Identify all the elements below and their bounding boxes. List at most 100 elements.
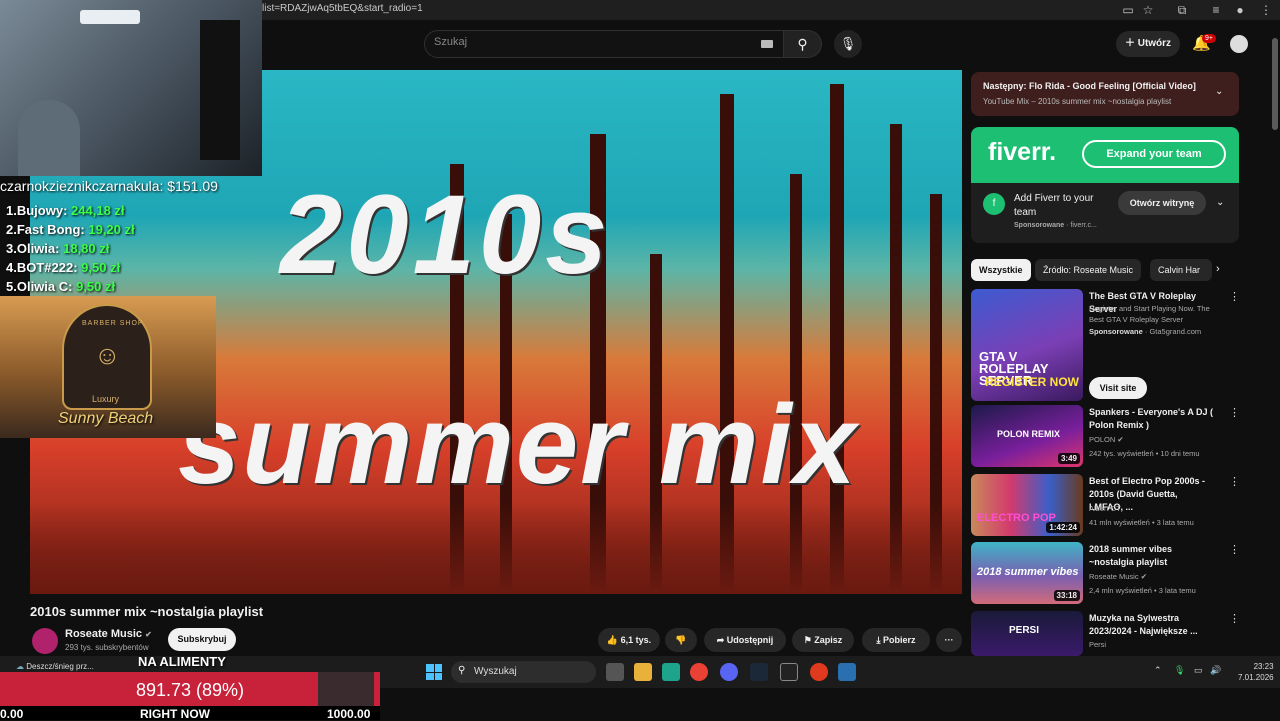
more-options-icon[interactable]: ⋮: [1229, 612, 1240, 625]
streamer-silhouette: [18, 100, 80, 176]
verified-icon: ✔: [145, 630, 152, 639]
windows-start-icon[interactable]: [426, 664, 442, 680]
buildings-silhouette: [30, 504, 962, 594]
app-icon[interactable]: [662, 663, 680, 681]
obs-icon[interactable]: [810, 663, 828, 681]
microphone-icon[interactable]: 🎙: [1174, 665, 1185, 676]
chip-source[interactable]: Źródło: Roseate Music: [1035, 259, 1142, 281]
thumbnail-text: POLON REMIX: [997, 429, 1061, 439]
thumbnail[interactable]: ELECTRO POP 1:42:24: [971, 474, 1083, 536]
thumbnail[interactable]: GTA V ROLEPLAY SERVER REGISTER NOW: [971, 289, 1083, 401]
donor-row: 1.Bujowy: 244,18 zł: [6, 203, 125, 218]
profile-icon[interactable]: ●: [1232, 2, 1248, 18]
taskbar-search[interactable]: [451, 661, 596, 683]
channel-name: POLON: [1089, 435, 1116, 444]
create-button[interactable]: ＋ Utwórz: [1116, 31, 1180, 57]
steam-icon[interactable]: [750, 663, 768, 681]
duration-badge: 3:49: [1057, 453, 1080, 464]
keyboard-icon[interactable]: [761, 40, 773, 48]
user-avatar[interactable]: [1230, 35, 1248, 53]
related-title[interactable]: Muzyka na Sylwestra 2023/2024 - Najwięks…: [1089, 612, 1214, 638]
goal-max: 1000.00: [327, 707, 371, 721]
bearded-man-icon: ☺: [94, 340, 121, 370]
more-options-icon[interactable]: ⋮: [1229, 406, 1240, 419]
related-channel: Albert CT: [1089, 504, 1121, 513]
create-label: Utwórz: [1137, 38, 1172, 49]
extensions-icon[interactable]: ⧉: [1174, 2, 1190, 18]
donor-row: 3.Oliwia: 18,80 zł: [6, 241, 109, 256]
open-site-button[interactable]: Otwórz witrynę: [1118, 191, 1206, 215]
related-channel: Roseate Music ✔: [1089, 572, 1147, 581]
browser-menu-icon[interactable]: ⋮: [1258, 2, 1274, 18]
search-input[interactable]: [424, 30, 784, 58]
volume-icon[interactable]: 🔊: [1210, 665, 1221, 676]
share-button[interactable]: ➦ Udostępnij: [704, 628, 786, 652]
goal-min: 0.00: [0, 707, 24, 721]
discord-icon[interactable]: [720, 663, 738, 681]
donor-name: 3.Oliwia:: [6, 241, 60, 256]
thumbs-down-icon: 👎: [675, 635, 687, 645]
epic-games-icon[interactable]: [780, 663, 798, 681]
chevron-down-icon[interactable]: ⌄: [1216, 197, 1224, 208]
file-explorer-icon[interactable]: [634, 663, 652, 681]
task-view-icon[interactable]: [606, 663, 624, 681]
scrollbar-thumb[interactable]: [1272, 38, 1278, 130]
bookmark-star-icon[interactable]: ☆: [1140, 2, 1156, 18]
visit-site-button[interactable]: Visit site: [1089, 377, 1147, 399]
thumbnail-text: 2018 summer vibes: [977, 566, 1079, 578]
chevron-up-icon[interactable]: ⌃: [1154, 665, 1162, 676]
clock[interactable]: 23:23 7.01.2026: [1238, 661, 1274, 683]
duration-badge: 33:18: [1053, 590, 1080, 601]
more-actions-button[interactable]: ···: [936, 628, 962, 652]
reading-list-icon[interactable]: ≡: [1208, 2, 1224, 18]
chip-calvin[interactable]: Calvin Har: [1150, 259, 1212, 281]
thumbnail-text-secondary: REGISTER NOW: [985, 375, 1080, 389]
thumbnail[interactable]: PERSI: [971, 611, 1083, 656]
more-options-icon[interactable]: ⋮: [1229, 290, 1240, 303]
save-button[interactable]: ⚑ Zapisz: [792, 628, 854, 652]
more-options-icon[interactable]: ⋮: [1229, 543, 1240, 556]
video-overlay-text-mix: summer mix: [178, 382, 858, 507]
bookmark-icon: ⚑: [803, 635, 815, 645]
up-next-panel[interactable]: [971, 72, 1239, 116]
duration-badge: 1:42:24: [1046, 522, 1080, 533]
share-label: Udostępnij: [726, 635, 774, 645]
donor-name: 5.Oliwia C:: [6, 279, 73, 294]
donor-amount: 244,18 zł: [71, 203, 125, 218]
download-label: Pobierz: [882, 635, 916, 645]
cast-icon[interactable]: ▭: [1120, 2, 1136, 18]
chrome-icon[interactable]: [690, 663, 708, 681]
logo-luxury-text: Luxury: [92, 394, 120, 404]
donor-row: 2.Fast Bong: 19,20 zł: [6, 222, 135, 237]
weather-widget[interactable]: ☁ Deszcz/śnieg prz...: [16, 662, 94, 671]
subscribe-button[interactable]: Subskrybuj: [168, 628, 236, 651]
sponsored-label: Sponsorowane: [1014, 222, 1065, 229]
thumbnail[interactable]: 2018 summer vibes 33:18: [971, 542, 1083, 604]
address-bar[interactable]: list=RDAZjwAq5tbEQ&start_radio=1: [262, 3, 423, 14]
channel-avatar[interactable]: [32, 628, 58, 654]
related-title[interactable]: 2018 summer vibes ~nostalgia playlist: [1089, 543, 1214, 569]
related-channel: Persi: [1089, 640, 1107, 649]
donor-amount: 9,50 zł: [76, 279, 116, 294]
steam-icon[interactable]: [838, 663, 856, 681]
channel-name[interactable]: Roseate Music ✔: [65, 628, 152, 640]
search-icon: ⚲: [797, 36, 808, 52]
ad-headline: Add Fiverr to your team: [1014, 193, 1094, 218]
related-title[interactable]: Spankers - Everyone's A DJ ( Polon Remix…: [1089, 406, 1214, 432]
search-placeholder: Szukaj: [434, 36, 468, 48]
dislike-button[interactable]: 👎: [665, 628, 697, 652]
webcam-feed: [0, 0, 262, 176]
expand-your-team-button[interactable]: Expand your team: [1082, 140, 1226, 168]
more-options-icon[interactable]: ⋮: [1229, 475, 1240, 488]
logo-script-text: Sunny Beach: [58, 410, 154, 427]
search-button[interactable]: ⚲: [784, 30, 822, 58]
channel-name-text: Roseate Music: [65, 628, 143, 640]
chip-all[interactable]: Wszystkie: [971, 259, 1031, 281]
thumbnail[interactable]: POLON REMIX 3:49: [971, 405, 1083, 467]
chevron-down-icon[interactable]: ⌄: [1215, 86, 1223, 97]
chevron-right-icon[interactable]: ›: [1216, 263, 1220, 275]
like-button[interactable]: 👍 6,1 tys.: [598, 628, 660, 652]
download-button[interactable]: ⤓ Pobierz: [862, 628, 930, 652]
voice-search-button[interactable]: 🎙: [834, 30, 862, 58]
network-icon[interactable]: ▭: [1194, 665, 1203, 676]
